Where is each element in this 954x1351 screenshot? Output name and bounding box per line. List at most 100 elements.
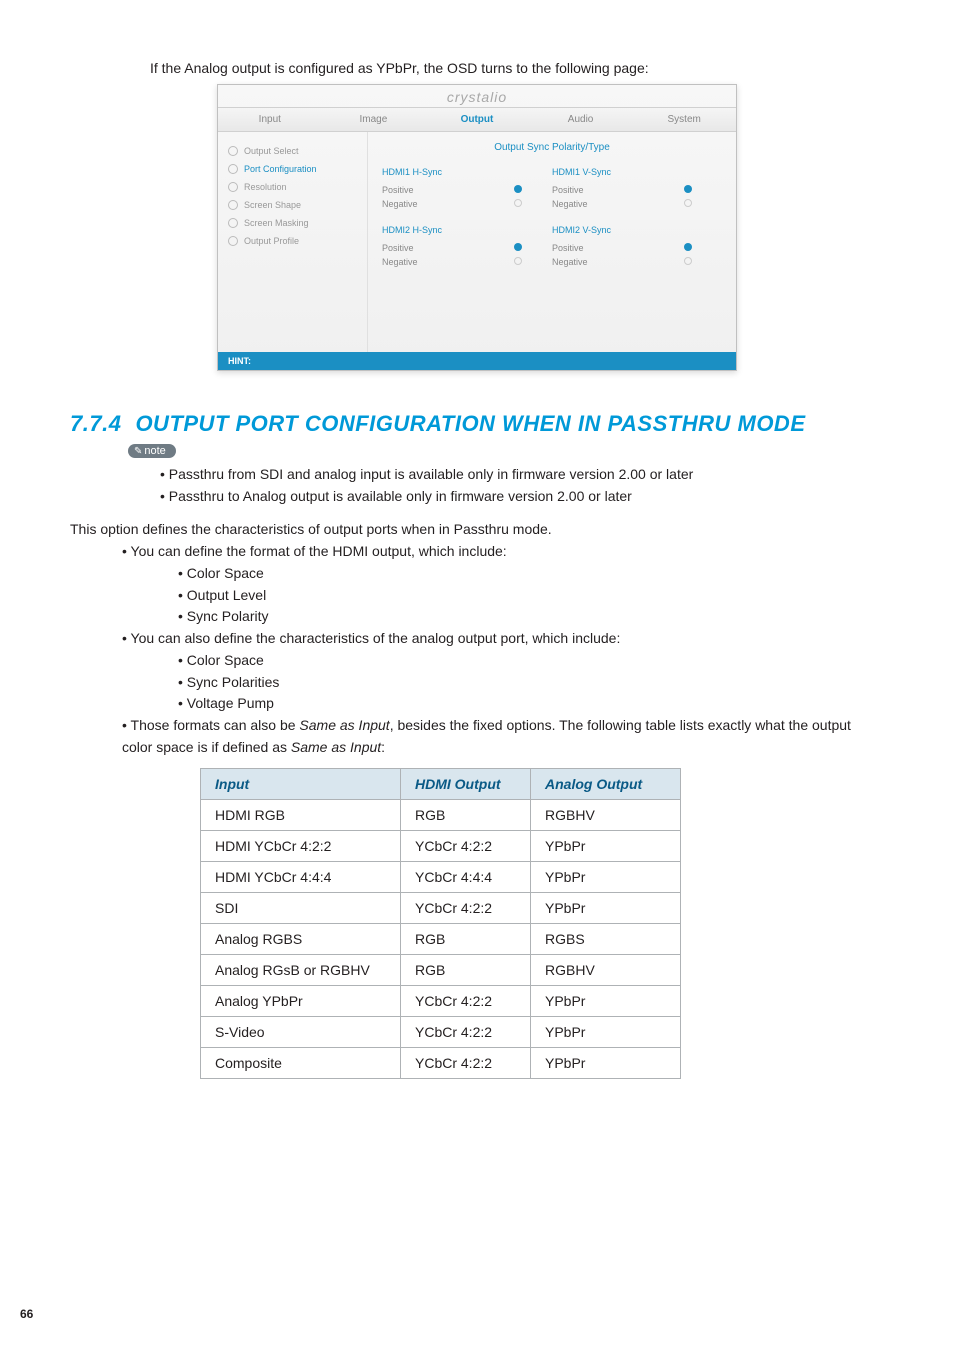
tab-input: Input (218, 108, 322, 131)
osd-logo: crystalio (218, 85, 736, 107)
cell: RGB (401, 955, 531, 986)
table-row: Analog RGBSRGBRGBS (201, 924, 681, 955)
cell: YCbCr 4:2:2 (401, 986, 531, 1017)
cell: S-Video (201, 1017, 401, 1048)
cell: YPbPr (531, 893, 681, 924)
osd-main-panel: Output Sync Polarity/Type HDMI1 H-Sync H… (368, 132, 736, 352)
cell: RGBHV (531, 955, 681, 986)
sub-bullet: Output Level (178, 585, 884, 607)
tab-label: Input (259, 114, 281, 125)
sidebar-item: Resolution (226, 178, 359, 196)
option-row: Negative (552, 255, 722, 269)
body-paragraph: This option defines the characteristics … (70, 521, 884, 537)
cell: RGB (401, 800, 531, 831)
tab-system: System (632, 108, 736, 131)
table-row: Analog RGsB or RGBHVRGBRGBHV (201, 955, 681, 986)
cell: HDMI YCbCr 4:4:4 (201, 862, 401, 893)
dot-on-icon (514, 243, 522, 251)
radio-icon (228, 218, 238, 228)
option-row: Negative (382, 197, 552, 211)
bullet-text: You can define the format of the HDMI ou… (131, 543, 507, 559)
tab-label: Output (461, 114, 494, 125)
option-label: Positive (382, 185, 414, 195)
section-title: OUTPUT PORT CONFIGURATION WHEN IN PASSTH… (135, 411, 805, 436)
bullet: You can define the format of the HDMI ou… (122, 541, 884, 628)
bullet: Passthru to Analog output is available o… (160, 486, 884, 508)
option-row: Positive (382, 241, 552, 255)
dot-off-icon (684, 257, 692, 265)
dot-on-icon (684, 185, 692, 193)
dot-off-icon (684, 199, 692, 207)
cell: YPbPr (531, 986, 681, 1017)
osd-hint-bar: HINT: (218, 352, 736, 370)
bullet: You can also define the characteristics … (122, 628, 884, 715)
osd-sidebar: Output Select Port Configuration Resolut… (218, 132, 368, 352)
sidebar-item: Output Profile (226, 232, 359, 250)
cell: YCbCr 4:2:2 (401, 893, 531, 924)
option-label: Negative (552, 199, 588, 209)
cell: YPbPr (531, 831, 681, 862)
cell: Composite (201, 1048, 401, 1079)
format-table: Input HDMI Output Analog Output HDMI RGB… (200, 768, 681, 1079)
option-label: Positive (552, 185, 584, 195)
group-header: HDMI1 V-Sync (552, 163, 722, 181)
sidebar-item: Port Configuration (226, 160, 359, 178)
tab-image: Image (322, 108, 426, 131)
note-bullets: Passthru from SDI and analog input is av… (160, 464, 884, 507)
cell: YCbCr 4:2:2 (401, 1017, 531, 1048)
col-header: Input (201, 769, 401, 800)
dot-on-icon (514, 185, 522, 193)
cell: YCbCr 4:2:2 (401, 1048, 531, 1079)
dot-on-icon (684, 243, 692, 251)
cell: Analog YPbPr (201, 986, 401, 1017)
note-badge: note (128, 444, 176, 458)
tab-label: System (668, 114, 701, 125)
option-row: Positive (552, 183, 722, 197)
dot-off-icon (514, 199, 522, 207)
option-label: Negative (552, 257, 588, 267)
intro-paragraph: If the Analog output is configured as YP… (150, 60, 884, 76)
cell: YCbCr 4:2:2 (401, 831, 531, 862)
cell: RGBHV (531, 800, 681, 831)
sidebar-item: Screen Masking (226, 214, 359, 232)
osd-panel-title: Output Sync Polarity/Type (382, 142, 722, 153)
sidebar-label: Screen Masking (244, 218, 309, 228)
cell: Analog RGBS (201, 924, 401, 955)
radio-icon (228, 164, 238, 174)
option-label: Positive (382, 243, 414, 253)
table-row: S-VideoYCbCr 4:2:2YPbPr (201, 1017, 681, 1048)
osd-tabs: Input Image Output Audio System (218, 107, 736, 132)
sub-bullet: Color Space (178, 563, 884, 585)
cell: YPbPr (531, 862, 681, 893)
tab-label: Image (359, 114, 387, 125)
radio-icon (228, 200, 238, 210)
sidebar-label: Port Configuration (244, 164, 317, 174)
col-header: HDMI Output (401, 769, 531, 800)
option-row: Negative (552, 197, 722, 211)
section-number: 7.7.4 (70, 411, 121, 436)
tab-output: Output (425, 108, 529, 131)
table-row: HDMI YCbCr 4:4:4YCbCr 4:4:4YPbPr (201, 862, 681, 893)
sub-bullet: Color Space (178, 650, 884, 672)
option-label: Negative (382, 257, 418, 267)
cell: YCbCr 4:4:4 (401, 862, 531, 893)
bullet-text: : (381, 739, 385, 755)
cell: YPbPr (531, 1017, 681, 1048)
sub-bullet: Sync Polarities (178, 672, 884, 694)
cell: RGBS (531, 924, 681, 955)
tab-audio: Audio (529, 108, 633, 131)
page-number: 66 (20, 1307, 33, 1321)
bullet-text: You can also define the characteristics … (131, 630, 621, 646)
bullet: Those formats can also be Same as Input,… (122, 715, 884, 758)
main-bullets: You can define the format of the HDMI ou… (122, 541, 884, 758)
bullet-text: Those formats can also be (131, 717, 300, 733)
radio-icon (228, 182, 238, 192)
sidebar-label: Resolution (244, 182, 287, 192)
option-label: Positive (552, 243, 584, 253)
sidebar-label: Output Select (244, 146, 299, 156)
bullet-em: Same as Input (291, 739, 381, 755)
table-row: CompositeYCbCr 4:2:2YPbPr (201, 1048, 681, 1079)
cell: SDI (201, 893, 401, 924)
sidebar-item: Output Select (226, 142, 359, 160)
dot-off-icon (514, 257, 522, 265)
